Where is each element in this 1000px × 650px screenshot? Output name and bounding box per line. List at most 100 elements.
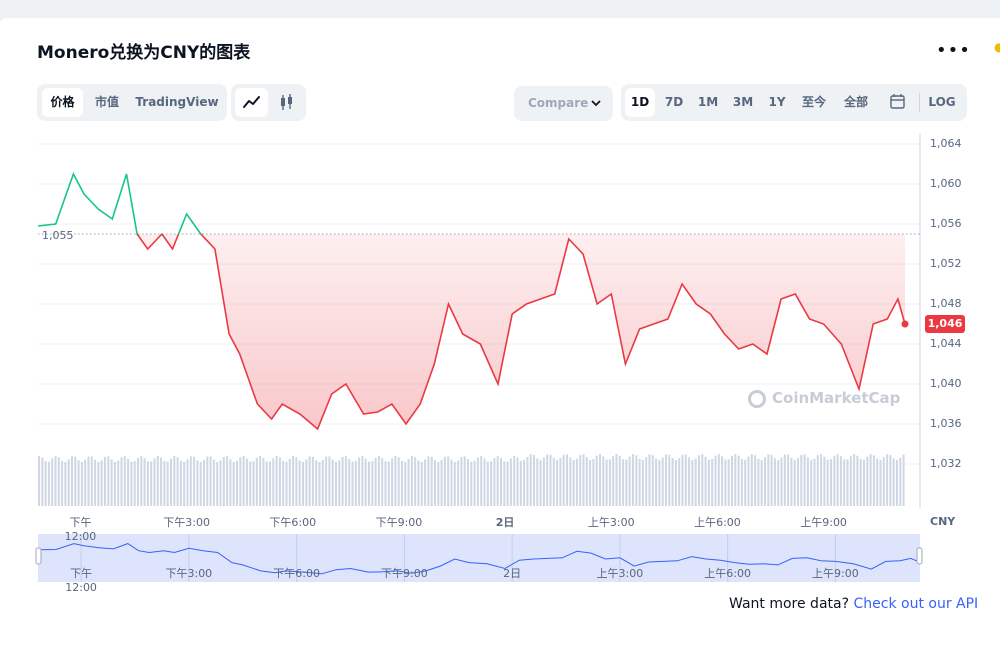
volume-bar: [668, 454, 671, 506]
volume-bar: [44, 461, 47, 506]
volume-bar: [232, 461, 235, 506]
volume-bar: [546, 454, 549, 506]
volume-bar: [298, 460, 301, 506]
volume-bar: [628, 456, 631, 506]
volume-bar: [882, 457, 885, 506]
volume-bar: [288, 458, 291, 506]
volume-bar: [622, 459, 625, 506]
volume-bar: [896, 460, 898, 506]
volume-bar: [830, 459, 832, 506]
volume-bar: [318, 462, 321, 506]
y-tick-label: 1,064: [930, 137, 962, 150]
volume-bar: [813, 458, 816, 506]
volume-bar: [806, 457, 809, 506]
volume-bar: [780, 457, 783, 506]
volume-bar: [721, 456, 724, 506]
volume-bar: [407, 459, 410, 506]
volume-bar: [836, 454, 839, 506]
volume-bar: [592, 459, 595, 506]
navigator-tick-label: 下午12:00: [65, 567, 97, 594]
y-tick-label: 1,032: [930, 457, 962, 470]
volume-bar: [820, 454, 823, 506]
volume-bar: [94, 459, 97, 506]
volume-bar: [853, 454, 856, 506]
volume-bar: [104, 456, 106, 506]
volume-bar: [816, 455, 819, 506]
volume-bar: [292, 456, 295, 506]
volume-bar: [889, 454, 892, 506]
navigator-tick-label: 上午3:00: [596, 567, 644, 580]
volume-bar: [272, 458, 275, 506]
volume-bar: [549, 454, 552, 506]
volume-bar: [278, 457, 281, 506]
volume-bar: [740, 459, 743, 506]
volume-bar: [764, 457, 766, 506]
volume-bar: [569, 457, 572, 506]
volume-bar: [305, 459, 308, 506]
volume-bar: [879, 459, 882, 506]
y-tick-label: 1,044: [930, 337, 962, 350]
volume-bar: [681, 454, 684, 506]
volume-bar: [902, 454, 905, 506]
navigator-tick-label: 下午3:00: [165, 567, 213, 580]
x-tick-label: 下午9:00: [375, 516, 423, 529]
volume-bar: [539, 460, 542, 506]
api-link[interactable]: Check out our API: [853, 596, 978, 612]
volume-bar: [252, 461, 255, 506]
volume-bar: [57, 457, 60, 506]
volume-bar: [179, 460, 182, 506]
volume-bar: [146, 461, 149, 506]
watermark: CoinMarketCap: [748, 389, 900, 408]
volume-bar: [338, 460, 341, 506]
x-tick-label: 下午12:00: [64, 516, 97, 543]
volume-bar: [265, 461, 268, 506]
volume-bar: [849, 456, 852, 506]
volume-bar: [691, 459, 694, 506]
x-tick-label: 上午6:00: [694, 516, 741, 529]
volume-bar: [127, 458, 130, 506]
y-tick-label: 1,036: [930, 417, 962, 430]
y-tick-label: 1,060: [930, 177, 962, 190]
volume-bar: [635, 455, 638, 506]
reference-label: 1,055: [42, 229, 74, 242]
volume-bar: [443, 456, 446, 506]
volume-bar: [800, 454, 803, 506]
volume-bar: [295, 457, 298, 506]
volume-bar: [239, 457, 242, 506]
volume-bar: [793, 460, 796, 506]
volume-bar: [123, 456, 126, 506]
volume-bar: [437, 462, 440, 506]
navigator-handle-right[interactable]: [916, 547, 923, 565]
volume-bar: [480, 456, 483, 506]
volume-bar: [160, 457, 163, 506]
volume-bar: [760, 459, 763, 506]
volume-bar: [315, 460, 318, 506]
volume-bar: [397, 457, 400, 506]
volume-bar: [625, 459, 628, 506]
y-tick-label: 1,052: [930, 257, 962, 270]
volume-bar: [773, 458, 776, 506]
volume-bar: [463, 456, 466, 506]
volume-bar: [886, 454, 889, 506]
volume-bar: [618, 455, 621, 506]
volume-bar: [608, 459, 611, 506]
volume-bar: [219, 460, 222, 506]
volume-bar: [651, 455, 654, 506]
x-tick-label: 上午9:00: [800, 516, 847, 529]
volume-bar: [582, 454, 585, 506]
volume-bar: [506, 461, 509, 506]
volume-bar: [150, 461, 153, 506]
volume-bar: [331, 459, 334, 506]
volume-bar: [100, 460, 103, 506]
volume-bar: [216, 462, 219, 506]
x-tick-label: 下午6:00: [269, 516, 317, 529]
volume-bar: [519, 460, 522, 506]
volume-bar: [351, 461, 354, 506]
y-tick-label: 1,048: [930, 297, 962, 310]
navigator-handle-left[interactable]: [35, 547, 42, 565]
volume-bar: [113, 461, 116, 506]
volume-bar: [698, 455, 700, 506]
volume-bar: [80, 462, 83, 506]
volume-bar: [401, 461, 403, 506]
volume-bar: [575, 458, 578, 506]
